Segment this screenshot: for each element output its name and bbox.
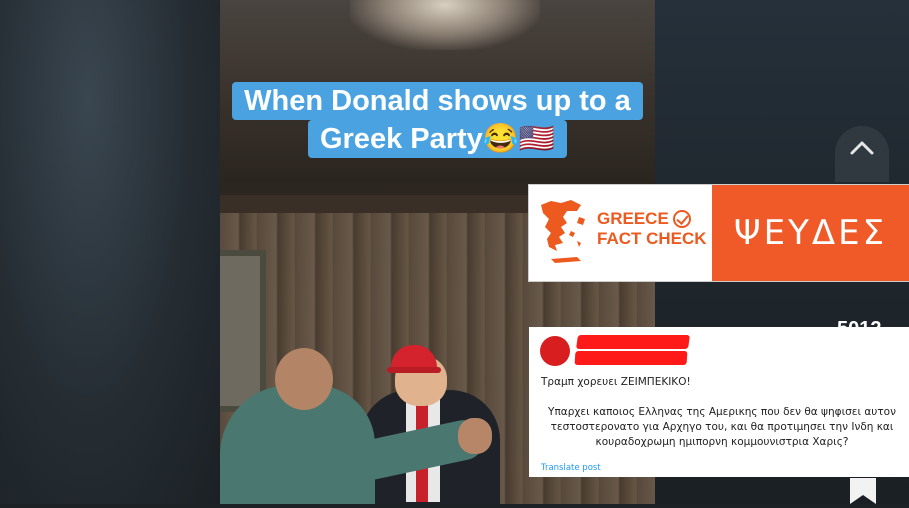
tweet-body: Υπαρχει καποιος Ελληνας της Αμερικης που… — [548, 406, 896, 448]
fact-check-banner: GREECE FACT CHECK ΨΕΥΔΕΣ — [529, 185, 909, 281]
fact-check-logo: GREECE FACT CHECK — [529, 185, 712, 281]
wall-mirror — [220, 250, 266, 412]
brand-line-2: FACT CHECK — [597, 229, 707, 248]
chevron-up-icon — [850, 141, 874, 155]
greece-map-icon — [541, 200, 585, 263]
video-caption: When Donald shows up to a Greek Party😂🇺🇸 — [220, 82, 655, 158]
redacted-handle — [574, 351, 688, 365]
ceiling-light — [350, 0, 540, 50]
tweet-card: Τραμπ χορευει ΖΕΙΜΠΕΚΙΚΟ! Υπαρχει καποιο… — [529, 327, 909, 477]
redacted-name — [576, 335, 690, 349]
previous-video-button[interactable] — [835, 126, 889, 182]
tweet-line-1: Τραμπ χορευει ΖΕΙΜΠΕΚΙΚΟ! — [541, 376, 691, 388]
caption-line-1: When Donald shows up to a — [232, 82, 643, 120]
fact-check-verdict: ΨΕΥΔΕΣ — [712, 185, 909, 281]
avatar — [540, 336, 570, 366]
fact-check-brand: GREECE FACT CHECK — [597, 209, 707, 249]
checkmark-circle-icon — [672, 210, 691, 228]
translate-post-link[interactable]: Translate post — [541, 463, 601, 473]
blurred-background-left — [0, 0, 220, 504]
caption-line-2: Greek Party😂🇺🇸 — [307, 120, 568, 158]
bookmark-icon — [850, 478, 876, 504]
tweet-text: Τραμπ χορευει ΖΕΙΜΠΕΚΙΚΟ! Υπαρχει καποιο… — [541, 375, 903, 450]
man-left-head — [275, 348, 333, 410]
brand-line-1: GREECE — [597, 209, 669, 228]
man-left-hand — [458, 418, 492, 454]
